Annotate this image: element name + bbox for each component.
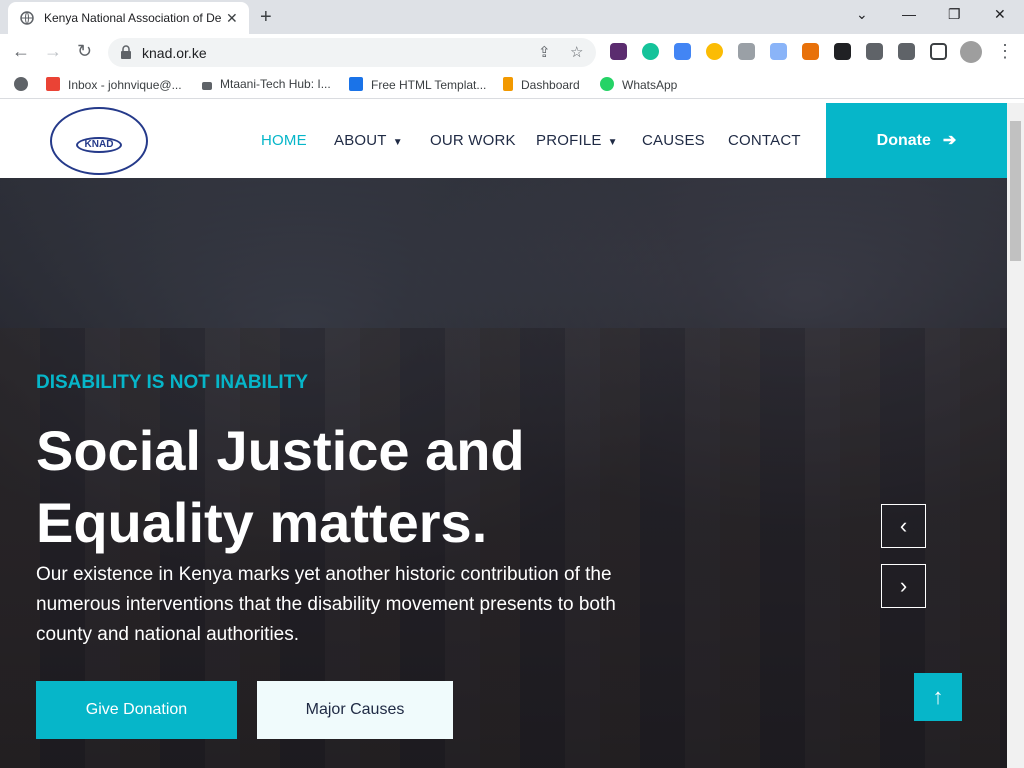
monitor-icon <box>202 82 212 90</box>
reload-icon[interactable]: ↻ <box>77 41 92 62</box>
chevron-left-icon: ‹ <box>899 513 908 538</box>
web-page: KNAD HOME ABOUT ▼ OUR WORK PROFILE ▼ CAUSE… <box>0 103 1007 768</box>
tab-search-icon[interactable]: ⌄ <box>856 6 868 23</box>
chevron-right-icon: › <box>899 573 908 598</box>
back-icon[interactable]: ← <box>12 41 30 62</box>
nav-causes[interactable]: CAUSES <box>642 132 705 149</box>
extension-page-icon[interactable] <box>770 43 787 60</box>
arrow-right-icon: ➔ <box>942 132 957 149</box>
arrow-up-icon: ↑ <box>932 684 944 709</box>
bookmark-dashboard[interactable]: Dashboard <box>503 77 580 92</box>
nav-contact[interactable]: CONTACT <box>728 132 801 149</box>
page-scrollbar[interactable] <box>1007 103 1024 768</box>
browser-tab[interactable]: Kenya National Association of De ✕ <box>8 2 249 34</box>
extension-b-icon[interactable] <box>610 43 627 60</box>
extension-docs-icon[interactable] <box>674 43 691 60</box>
extension-grid-icon[interactable] <box>738 43 755 60</box>
scrollbar-thumb[interactable] <box>1010 121 1021 261</box>
grammarly-icon[interactable] <box>642 43 659 60</box>
major-causes-button[interactable]: Major Causes <box>257 681 453 739</box>
chevron-down-icon: ▼ <box>607 137 618 148</box>
bookmark-whatsapp[interactable]: WhatsApp <box>600 77 677 92</box>
bookmark-gmail[interactable]: Inbox - johnvique@... <box>46 77 182 92</box>
forward-icon[interactable]: → <box>44 41 62 62</box>
gmail-icon <box>46 77 60 91</box>
url-text: knad.or.ke <box>142 45 207 61</box>
globe-icon <box>20 11 34 25</box>
apps-globe-icon[interactable] <box>14 77 36 92</box>
site-logo[interactable]: KNAD <box>50 107 148 175</box>
back-to-top-button[interactable]: ↑ <box>914 673 962 721</box>
whatsapp-icon <box>600 77 614 91</box>
address-bar[interactable]: knad.or.ke ⇪ ☆ <box>108 38 596 67</box>
extension-tree-icon[interactable] <box>802 43 819 60</box>
bookmark-star-icon[interactable]: ☆ <box>570 43 583 61</box>
give-donation-button[interactable]: Give Donation <box>36 681 237 739</box>
browser-tab-strip: Kenya National Association of De ✕ + ⌄ —… <box>0 0 1024 34</box>
hero-slider: DISABILITY IS NOT INABILITY Social Justi… <box>0 178 1007 768</box>
profile-avatar[interactable] <box>960 41 982 63</box>
slider-prev-button[interactable]: ‹ <box>881 504 926 548</box>
slider-next-button[interactable]: › <box>881 564 926 608</box>
hero-headline-line1: Social Justice and <box>36 419 525 482</box>
p-icon <box>503 77 513 91</box>
nav-our-work[interactable]: OUR WORK <box>430 132 516 149</box>
minimize-button[interactable]: — <box>902 6 916 22</box>
menu-kebab-icon[interactable]: ⋮ <box>996 41 1014 62</box>
logo-text: KNAD <box>76 137 122 153</box>
bookmarks-bar: Inbox - johnvique@... Mtaani-Tech Hub: I… <box>0 71 1024 99</box>
extension-z-icon[interactable] <box>866 43 883 60</box>
new-tab-button[interactable]: + <box>260 6 272 29</box>
close-tab-icon[interactable]: ✕ <box>226 10 238 27</box>
hero-tagline: DISABILITY IS NOT INABILITY <box>36 372 308 393</box>
lock-icon <box>121 45 131 59</box>
bookmark-templates[interactable]: Free HTML Templat... <box>349 77 486 92</box>
side-panel-icon[interactable] <box>930 43 947 60</box>
tab-title: Kenya National Association of De <box>44 11 222 25</box>
nav-about[interactable]: ABOUT ▼ <box>334 132 403 149</box>
chevron-down-icon: ▼ <box>392 137 403 148</box>
github-icon[interactable] <box>834 43 851 60</box>
browser-toolbar: ← → ↻ knad.or.ke ⇪ ☆ ⋮ <box>0 34 1024 71</box>
template-icon <box>349 77 363 91</box>
donate-button[interactable]: Donate ➔ <box>826 103 1007 178</box>
extensions-puzzle-icon[interactable] <box>898 43 915 60</box>
window-close-button[interactable]: ✕ <box>994 6 1006 23</box>
bookmark-mtaani[interactable]: Mtaani-Tech Hub: I... <box>202 77 331 91</box>
nav-profile[interactable]: PROFILE ▼ <box>536 132 618 149</box>
hero-headline-line2: Equality matters. <box>36 491 488 554</box>
restore-button[interactable]: ❐ <box>948 6 961 23</box>
share-icon[interactable]: ⇪ <box>538 43 551 61</box>
nav-home[interactable]: HOME <box>261 132 307 149</box>
hero-paragraph: Our existence in Kenya marks yet another… <box>36 564 616 645</box>
hero-headline: Social Justice and Equality matters. <box>36 415 596 559</box>
site-header: KNAD HOME ABOUT ▼ OUR WORK PROFILE ▼ CAUSE… <box>0 103 1007 178</box>
extension-compass-icon[interactable] <box>706 43 723 60</box>
